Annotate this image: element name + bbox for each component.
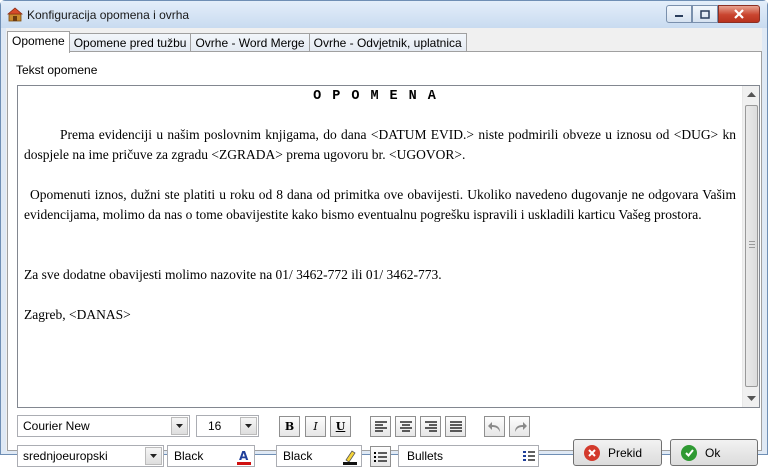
list-style-dropdown-button[interactable] (520, 447, 537, 465)
editor-content[interactable]: OPOMENA Prema evidenciji u našim poslovn… (18, 86, 742, 407)
numbered-list-icon (522, 451, 535, 461)
ok-label: Ok (705, 445, 721, 460)
align-right-button[interactable] (420, 416, 441, 437)
arrow-down-icon (747, 395, 756, 401)
close-icon (734, 9, 744, 19)
list-style-select[interactable]: Bullets (398, 445, 539, 467)
highlight-color-value: Black (283, 449, 313, 463)
window-controls (666, 5, 760, 23)
chevron-down-icon (176, 424, 183, 428)
font-size-value: 16 (208, 419, 222, 433)
section-label: Tekst opomene (16, 63, 98, 77)
italic-label: I (313, 420, 318, 433)
bold-label: B (284, 420, 295, 433)
maximize-button[interactable] (692, 5, 718, 23)
dropdown-button[interactable] (171, 417, 188, 435)
rich-text-editor[interactable]: OPOMENA Prema evidenciji u našim poslovn… (17, 85, 760, 408)
tab-ovrhe-word-merge[interactable]: Ovrhe - Word Merge (190, 33, 310, 53)
undo-icon (487, 421, 500, 432)
close-button[interactable] (718, 5, 760, 23)
dropdown-button[interactable] (145, 447, 162, 465)
tab-page: Tekst opomene OPOMENA Prema evidenciji u… (7, 51, 762, 467)
list-style-value: Bullets (407, 449, 444, 463)
document-paragraph: Za sve dodatne obavijesti molimo nazovit… (24, 267, 442, 282)
minimize-icon (675, 15, 683, 17)
align-justify-button[interactable] (445, 416, 466, 437)
svg-text:A: A (239, 449, 249, 463)
document-title: OPOMENA (313, 89, 447, 104)
tab-ovrhe-odvjetnik[interactable]: Ovrhe - Odvjetnik, uplatnica (308, 33, 467, 53)
cancel-button[interactable]: Prekid (573, 439, 662, 466)
document-paragraph: Zagreb, <DANAS> (24, 307, 131, 322)
align-center-button[interactable] (395, 416, 416, 437)
tab-strip: Opomene Opomene pred tužbu Ovrhe - Word … (7, 31, 467, 53)
highlight-color-button[interactable] (339, 446, 360, 467)
font-size-select[interactable]: 16 (196, 415, 259, 437)
dropdown-button[interactable] (240, 417, 257, 435)
font-name-select[interactable]: Courier New (17, 415, 190, 437)
arrow-up-icon (747, 91, 756, 97)
chevron-down-icon (245, 424, 252, 428)
document-paragraph: Prema evidenciji u našim poslovnim knjig… (24, 127, 736, 162)
font-color-icon: A (236, 449, 251, 465)
window-title: Konfiguracija opomena i ovrha (27, 8, 190, 22)
scroll-down-button[interactable] (743, 390, 760, 407)
underline-button[interactable]: U (330, 416, 351, 437)
check-icon (681, 444, 697, 461)
dialog-client-area: Opomene Opomene pred tužbu Ovrhe - Word … (6, 28, 762, 467)
minimize-button[interactable] (666, 5, 692, 23)
redo-icon (514, 421, 527, 432)
italic-button[interactable]: I (305, 416, 326, 437)
bold-button[interactable]: B (279, 416, 300, 437)
undo-button[interactable] (484, 416, 505, 437)
highlighter-icon (342, 449, 357, 465)
align-center-icon (399, 421, 412, 432)
dialog-window: Konfiguracija opomena i ovrha Opomene Op… (0, 0, 768, 467)
maximize-icon (700, 9, 710, 19)
align-right-icon (424, 421, 437, 432)
charset-value: srednjoeuropski (23, 449, 108, 463)
align-left-icon (374, 421, 387, 432)
cancel-icon (584, 444, 600, 461)
ok-button[interactable]: Ok (670, 439, 758, 466)
align-justify-icon (449, 421, 462, 432)
cancel-label: Prekid (608, 445, 643, 460)
title-bar[interactable]: Konfiguracija opomena i ovrha (1, 1, 767, 28)
document-paragraph: Opomenuti iznos, dužni ste platiti u rok… (24, 187, 736, 222)
font-color-value: Black (174, 449, 204, 463)
bullet-list-icon (374, 451, 387, 462)
tab-opomene[interactable]: Opomene (7, 31, 70, 53)
charset-select[interactable]: srednjoeuropski (17, 445, 164, 467)
font-name-value: Courier New (23, 419, 90, 433)
scrollbar-thumb[interactable] (745, 105, 758, 387)
font-color-button[interactable]: A (233, 446, 254, 467)
tab-opomene-pred-tuzbu[interactable]: Opomene pred tužbu (68, 33, 192, 53)
vertical-scrollbar[interactable] (742, 86, 759, 407)
underline-label: U (335, 420, 346, 433)
grip-icon (749, 241, 755, 248)
redo-button[interactable] (509, 416, 530, 437)
scroll-up-button[interactable] (743, 86, 760, 103)
align-left-button[interactable] (370, 416, 391, 437)
app-icon (7, 7, 23, 22)
bullets-button[interactable] (370, 446, 391, 467)
